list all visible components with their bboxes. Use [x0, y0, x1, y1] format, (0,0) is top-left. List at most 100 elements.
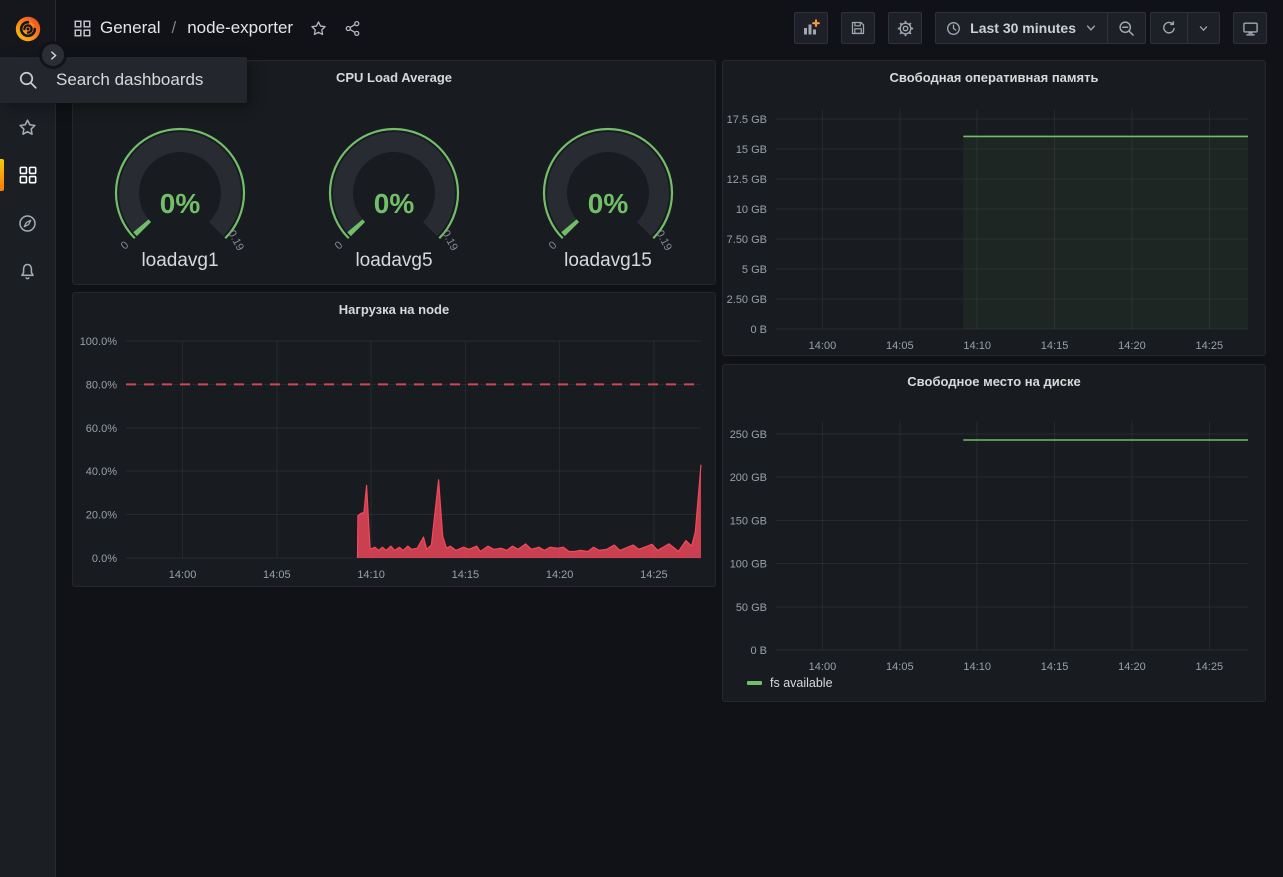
x-axis-tick-label: 14:15 — [1041, 340, 1069, 352]
sidebar-item-alerting[interactable] — [0, 247, 55, 295]
time-range-button[interactable]: Last 30 minutes — [936, 13, 1107, 43]
y-axis-tick-label: 15 GB — [736, 144, 767, 156]
y-axis-tick-label: 20.0% — [86, 510, 117, 522]
zoom-out-icon — [1118, 20, 1135, 37]
dashboard-settings-button[interactable] — [888, 12, 922, 44]
legend-item-fs-available[interactable]: fs available — [747, 676, 833, 690]
breadcrumb-folder[interactable]: General — [100, 18, 160, 38]
tv-icon — [1242, 20, 1259, 37]
gauge-loadavg5[interactable]: 0% 0 0.19 loadavg5 — [287, 101, 501, 272]
save-dashboard-button[interactable] — [841, 12, 875, 44]
add-panel-button[interactable] — [794, 12, 828, 44]
search-flyout[interactable]: Search dashboards — [0, 57, 247, 103]
refresh-interval-dropdown[interactable] — [1187, 13, 1219, 43]
y-axis-tick-label: 5 GB — [742, 264, 767, 276]
legend-swatch — [747, 681, 762, 685]
y-axis-tick-label: 100.0% — [80, 336, 118, 348]
dashboard-toolbar: Last 30 minutes — [794, 12, 1267, 44]
x-axis-tick-label: 14:20 — [1118, 661, 1146, 673]
series-area — [358, 465, 702, 558]
chevron-down-icon — [1198, 23, 1209, 34]
share-dashboard-button[interactable] — [344, 20, 361, 37]
gauge-value-arc — [141, 226, 144, 229]
gauge-row: 0%00.19loadavg10%00.19loadavg50%00.19loa… — [73, 101, 715, 272]
breadcrumb-separator: / — [169, 18, 178, 38]
gauge-min-label: 0 — [119, 239, 132, 252]
gauge-loadavg15[interactable]: 0%00.19loadavg15 — [501, 101, 715, 272]
refresh-button[interactable] — [1151, 13, 1187, 43]
x-axis-tick-label: 14:20 — [546, 569, 574, 581]
gauge-value: 0% — [160, 188, 201, 219]
node-load-chart[interactable]: 14:00 14:05 14:10 14:15 14:20 14:25 0.0% 20.0% 4… — [73, 293, 715, 586]
share-icon — [344, 20, 361, 37]
y-axis-tick-label: 0.0% — [92, 553, 117, 565]
gauge-max-label: 0.19 — [225, 228, 246, 253]
x-axis-tick-label: 14:00 — [169, 569, 197, 581]
sidebar — [0, 0, 56, 877]
sidebar-item-dashboards[interactable] — [0, 151, 55, 199]
x-axis-tick-label: 14:25 — [640, 569, 668, 581]
free-memory-chart[interactable]: 14:0014:0514:1014:1514:2014:250 B2.50 GB… — [723, 61, 1265, 355]
star-dashboard-button[interactable] — [310, 20, 327, 37]
series-area — [963, 136, 1248, 329]
y-axis-tick-label: 2.50 GB — [727, 294, 767, 306]
breadcrumb-dashboard[interactable]: node-exporter — [187, 18, 293, 38]
y-axis-tick-label: 150 GB — [730, 515, 767, 527]
panel-free-disk: Свободное место на диске 14:0014:0514:10… — [722, 364, 1266, 702]
gauge-value: 0% — [374, 188, 415, 219]
y-axis-tick-label: 12.5 GB — [727, 174, 767, 186]
y-axis-tick-label: 80.0% — [86, 379, 117, 391]
sidebar-item-starred[interactable] — [0, 103, 55, 151]
x-axis-tick-label: 14:00 — [809, 661, 837, 673]
gauge-min-label: 0 — [333, 239, 346, 252]
free-disk-chart[interactable]: 14:0014:0514:1014:1514:2014:250 B50 GB10… — [723, 365, 1265, 701]
legend-label: fs available — [770, 676, 833, 690]
x-axis-tick-label: 14:20 — [1118, 340, 1146, 352]
gauge-max-label: 0.19 — [439, 228, 460, 253]
active-indicator — [0, 159, 4, 191]
x-axis-tick-label: 14:05 — [263, 569, 291, 581]
y-axis-tick-label: 100 GB — [730, 559, 767, 571]
series-line — [358, 465, 702, 558]
y-axis-tick-label: 60.0% — [86, 423, 117, 435]
gauge-value-arc — [355, 226, 358, 229]
sidebar-item-explore[interactable] — [0, 199, 55, 247]
tv-mode-button[interactable] — [1233, 12, 1267, 44]
x-axis-tick-label: 14:10 — [963, 340, 991, 352]
grid-icon — [74, 20, 91, 37]
y-axis-tick-label: 10 GB — [736, 204, 767, 216]
x-axis-tick-label: 14:05 — [886, 340, 914, 352]
y-axis-tick-label: 7.50 GB — [727, 234, 767, 246]
y-axis-tick-label: 250 GB — [730, 429, 767, 441]
gauge-label: loadavg5 — [355, 250, 432, 272]
gauge-loadavg1[interactable]: 0%00.19loadavg1 — [73, 101, 287, 272]
grafana-app: Search dashboards General / node-exporte… — [0, 0, 1283, 877]
gauge-min-label: 0 — [547, 239, 560, 252]
chevron-right-icon — [48, 50, 59, 61]
zoom-out-time-button[interactable] — [1107, 13, 1145, 43]
star-icon — [18, 118, 37, 137]
settings-gear-icon — [897, 20, 914, 37]
grafana-logo-icon — [13, 14, 43, 44]
explore-compass-icon — [18, 214, 37, 233]
gauge-value-arc — [569, 226, 572, 229]
x-axis-tick-label: 14:00 — [809, 340, 837, 352]
x-axis-tick-label: 14:15 — [452, 569, 480, 581]
sidebar-expand-button[interactable] — [42, 44, 64, 66]
time-range-label: Last 30 minutes — [970, 20, 1076, 36]
star-icon — [310, 20, 327, 37]
gauge-value: 0% — [588, 188, 629, 219]
x-axis-tick-label: 14:10 — [357, 569, 385, 581]
dashboards-grid-icon — [19, 166, 37, 184]
x-axis-tick-label: 14:15 — [1041, 661, 1069, 673]
x-axis-tick-label: 14:25 — [1196, 661, 1224, 673]
refresh-group — [1150, 12, 1220, 44]
refresh-icon — [1161, 20, 1177, 36]
page-header: General / node-exporter — [56, 0, 1283, 56]
panel-free-memory: Свободная оперативная память 14:0014:051… — [722, 60, 1266, 356]
panel-node-load: Нагрузка на node 14:0014:0514:1014:1514:… — [72, 292, 716, 587]
save-icon — [850, 20, 866, 36]
search-icon — [0, 70, 56, 90]
y-axis-tick-label: 200 GB — [730, 472, 767, 484]
y-axis-tick-label: 40.0% — [86, 466, 117, 478]
